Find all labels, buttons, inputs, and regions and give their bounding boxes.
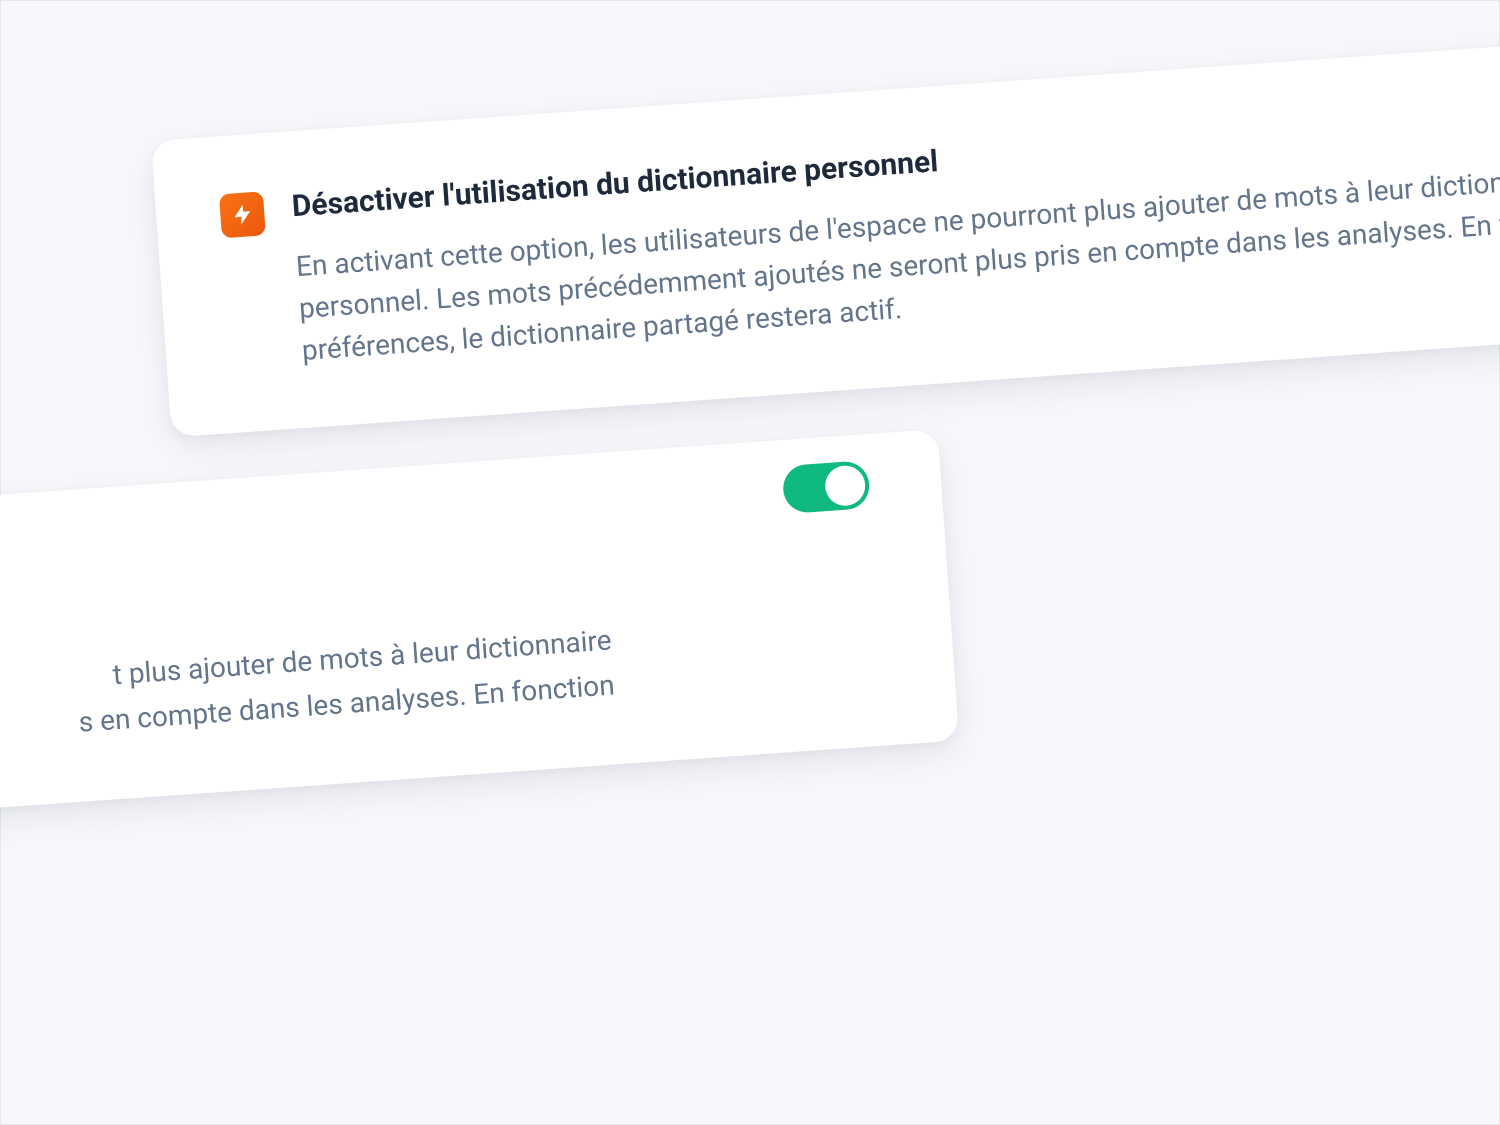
lightning-icon	[219, 191, 266, 238]
toggle-switch[interactable]	[782, 460, 871, 514]
settings-card-disable-dictionary: Désactiver l'utilisation du dictionnaire…	[151, 29, 1500, 437]
card-content: Désactiver l'utilisation du dictionnaire…	[291, 90, 1500, 372]
settings-card-toggle-fragment: t plus ajouter de mots à leur dictionnai…	[0, 429, 959, 842]
card-content: t plus ajouter de mots à leur dictionnai…	[0, 491, 875, 782]
toggle-knob	[824, 464, 867, 507]
